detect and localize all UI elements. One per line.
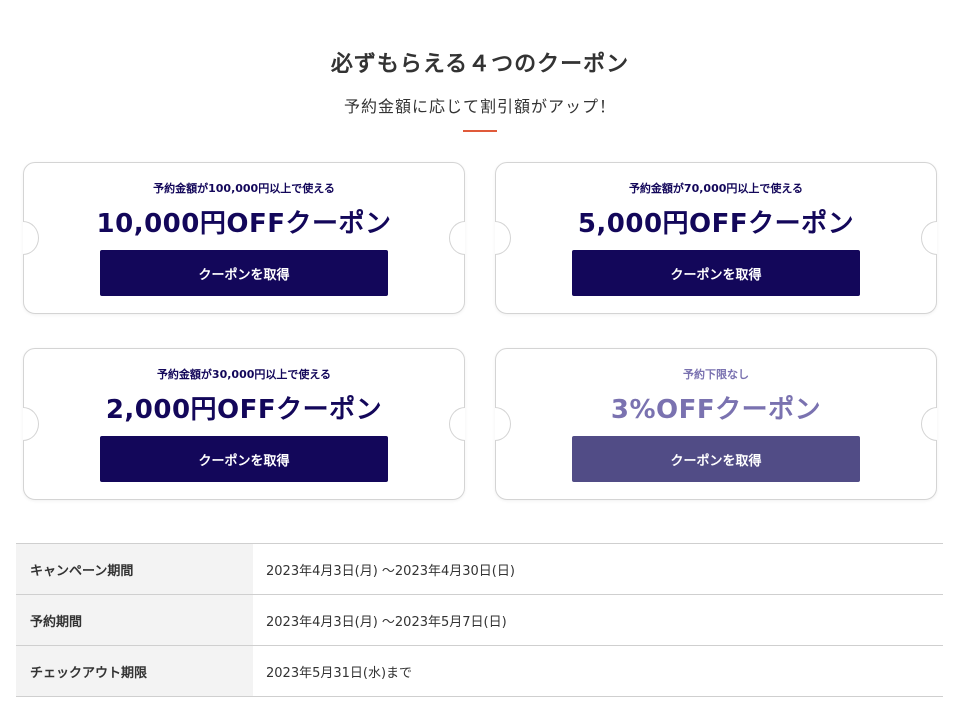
campaign-info-table: キャンペーン期間 2023年4月3日(月) 〜2023年4月30日(日) 予約期…	[16, 543, 943, 697]
get-coupon-button[interactable]: クーポンを取得	[100, 250, 388, 296]
coupon-title: 10,000円OFFクーポン	[96, 209, 392, 239]
table-row-value: 2023年5月31日(水)まで	[266, 665, 413, 681]
table-row-value: 2023年4月3日(月) 〜2023年5月7日(日)	[266, 614, 507, 630]
coupon-card-5000-off: 予約金額が70,000円以上で使える 5,000円OFFクーポン クーポンを取得	[495, 162, 937, 314]
coupon-condition: 予約金額が100,000円以上で使える	[153, 182, 335, 195]
table-row: キャンペーン期間 2023年4月3日(月) 〜2023年4月30日(日)	[16, 544, 943, 595]
coupon-card-10000-off: 予約金額が100,000円以上で使える 10,000円OFFクーポン クーポンを…	[23, 162, 465, 314]
page-subtitle: 予約金額に応じて割引額がアップ！	[343, 97, 616, 116]
get-coupon-button[interactable]: クーポンを取得	[572, 436, 860, 482]
coupon-title: 5,000円OFFクーポン	[577, 209, 855, 239]
table-row: 予約期間 2023年4月3日(月) 〜2023年5月7日(日)	[16, 595, 943, 646]
coupon-card-3-percent-off: 予約下限なし 3%OFFクーポン クーポンを取得	[495, 348, 937, 500]
get-coupon-button[interactable]: クーポンを取得	[100, 436, 388, 482]
table-row: チェックアウト期限 2023年5月31日(水)まで	[16, 646, 943, 697]
coupon-card-2000-off: 予約金額が30,000円以上で使える 2,000円OFFクーポン クーポンを取得	[23, 348, 465, 500]
get-coupon-button[interactable]: クーポンを取得	[572, 250, 860, 296]
table-row-label: チェックアウト期限	[16, 646, 253, 696]
page-title: 必ずもらえる４つのクーポン	[330, 52, 630, 77]
coupon-condition: 予約金額が70,000円以上で使える	[628, 182, 804, 195]
accent-divider	[463, 130, 497, 132]
table-row-label: 予約期間	[16, 595, 253, 645]
table-row-label: キャンペーン期間	[16, 544, 253, 594]
coupon-condition: 予約下限なし	[683, 368, 749, 381]
coupon-condition: 予約金額が30,000円以上で使える	[156, 368, 332, 381]
coupon-title: 3%OFFクーポン	[610, 395, 822, 425]
table-row-value: 2023年4月3日(月) 〜2023年4月30日(日)	[266, 563, 515, 579]
coupon-title: 2,000円OFFクーポン	[105, 395, 383, 425]
